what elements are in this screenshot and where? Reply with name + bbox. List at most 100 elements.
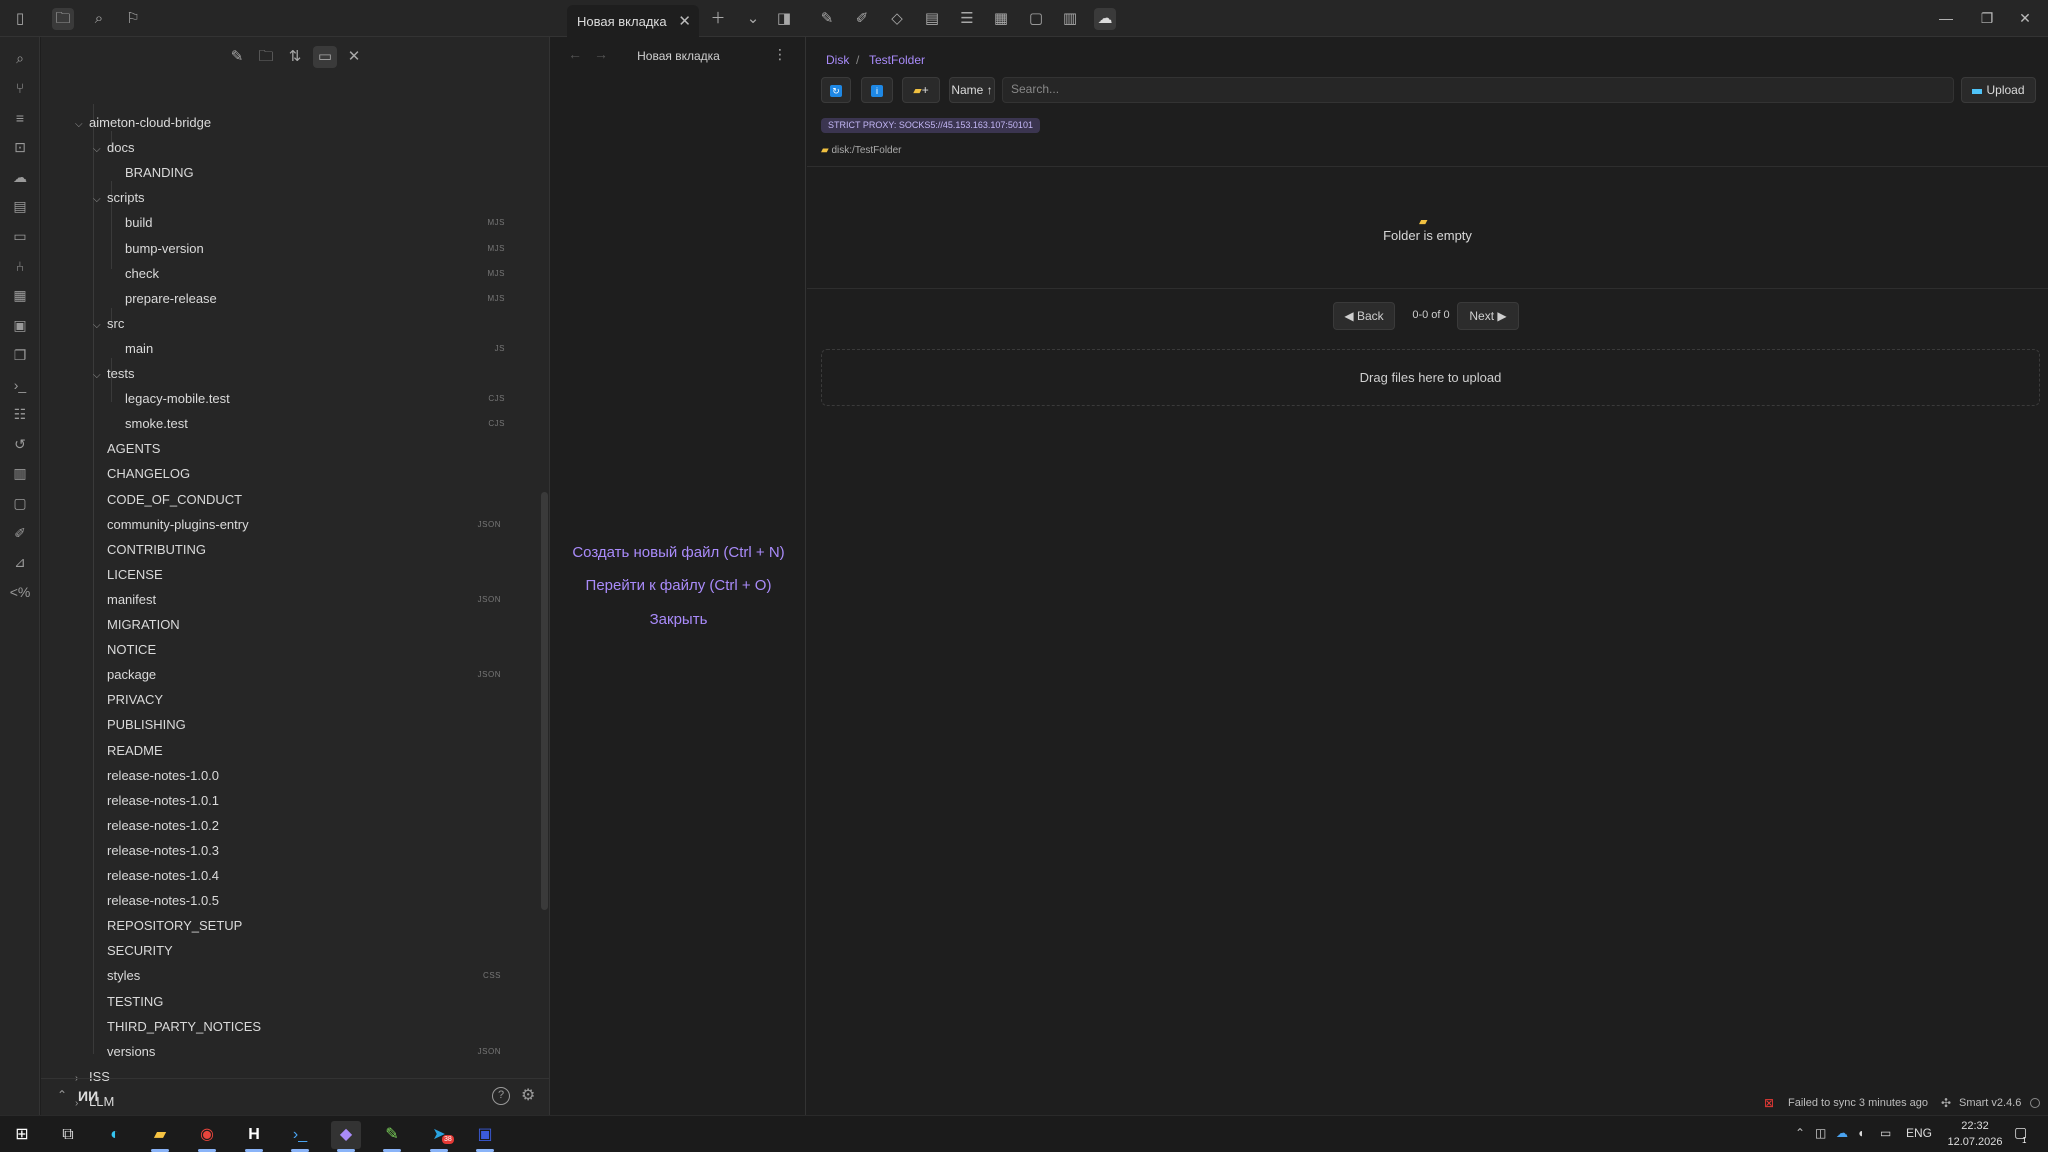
onedrive-icon[interactable]: ☁ <box>1836 1126 1848 1140</box>
calendar-icon[interactable]: ▣ <box>9 314 31 336</box>
sort-button[interactable]: Name ↑ <box>949 77 995 103</box>
file-explorer-icon[interactable]: ▰ <box>145 1121 175 1152</box>
sync-error-icon[interactable]: ⊠ <box>1764 1096 1774 1110</box>
close-link[interactable]: Закрыть <box>551 611 806 628</box>
chart-icon[interactable]: ⊿ <box>9 551 31 573</box>
tree-item[interactable]: build MJS <box>125 212 505 234</box>
folder-icon[interactable]: 🗀 <box>52 8 74 30</box>
edge-icon[interactable]: ◐ <box>100 1121 130 1149</box>
tree-item[interactable]: styles CSS <box>107 965 501 987</box>
tree-item[interactable]: SECURITY <box>107 940 501 962</box>
sidebar-toggle-icon[interactable]: ▯ <box>9 8 31 30</box>
pen-plus-icon[interactable]: ✐ <box>851 8 873 30</box>
history-icon[interactable]: ↺ <box>9 433 31 455</box>
tree-item[interactable]: versions JSON <box>107 1041 501 1063</box>
telegram-icon[interactable]: ➤ 38 <box>424 1121 454 1152</box>
tree-item[interactable]: release-notes-1.0.3 <box>107 840 501 862</box>
search-icon[interactable]: ⌕ <box>88 8 110 30</box>
notepad-icon[interactable]: ✎ <box>377 1121 407 1152</box>
tree-item[interactable]: community-plugins-entry JSON <box>107 514 501 536</box>
window-close-icon[interactable]: ✕ <box>2002 0 2048 37</box>
clock-time[interactable]: 22:32 <box>1945 1120 2005 1132</box>
create-new-file-link[interactable]: Создать новый файл (Ctrl + N) <box>551 544 806 561</box>
breadcrumb-current[interactable]: TestFolder <box>869 53 925 67</box>
cloud-icon[interactable]: ☁ <box>9 166 31 188</box>
tab-new[interactable]: Новая вкладка ✕ <box>567 5 699 37</box>
tree-item[interactable]: manifest JSON <box>107 589 501 611</box>
tree-item[interactable]: bump-version MJS <box>125 238 505 260</box>
tree-item[interactable]: package JSON <box>107 664 501 686</box>
table-icon[interactable]: ▥ <box>1059 8 1081 30</box>
vault-switcher[interactable]: ⌃ ИИ ? ⚙ <box>41 1078 550 1115</box>
windows-start-icon[interactable]: ⊞ <box>7 1121 37 1149</box>
breadcrumb-root[interactable]: Disk <box>826 53 849 67</box>
scrollbar[interactable] <box>541 492 548 910</box>
chrome-icon[interactable]: ◉ <box>192 1121 222 1152</box>
chevron-down-icon[interactable]: ⌵ <box>93 189 107 211</box>
go-to-file-link[interactable]: Перейти к файлу (Ctrl + O) <box>551 577 806 594</box>
branch-icon[interactable]: ⑃ <box>9 255 31 277</box>
plugin-status[interactable]: Smart v2.4.6 <box>1959 1097 2021 1109</box>
graph-icon[interactable]: ⊡ <box>9 136 31 158</box>
git-icon[interactable]: ⑂ <box>9 77 31 99</box>
tree-item[interactable]: ⌵ src <box>93 313 501 335</box>
network-tray-icon[interactable]: ◫ <box>1815 1126 1826 1140</box>
list-icon[interactable]: ☰ <box>956 8 978 30</box>
powershell-icon[interactable]: ›_ <box>285 1121 315 1152</box>
pen-icon[interactable]: ✎ <box>816 8 838 30</box>
chat-icon[interactable]: ▢ <box>9 492 31 514</box>
tree-item[interactable]: CODE_OF_CONDUCT <box>107 489 501 511</box>
layout-icon[interactable]: ▤ <box>9 195 31 217</box>
tree-item[interactable]: CONTRIBUTING <box>107 539 501 561</box>
search-icon[interactable]: ⌕ <box>9 47 31 69</box>
sort-icon[interactable]: ⇅ <box>283 46 307 68</box>
clock-date[interactable]: 12.07.2026 <box>1935 1136 2015 1148</box>
more-options-icon[interactable]: ⋮ <box>773 46 787 63</box>
floppy-icon[interactable]: ▣ <box>470 1121 500 1152</box>
tree-item[interactable]: AGENTS <box>107 438 501 460</box>
info-button[interactable]: i <box>861 77 893 103</box>
tree-item[interactable]: PRIVACY <box>107 689 501 711</box>
sync-status[interactable]: Failed to sync 3 minutes ago <box>1788 1097 1928 1109</box>
bookmark-icon[interactable]: ⚐ <box>122 8 144 30</box>
tree-item[interactable]: ⌵ tests <box>93 363 501 385</box>
list-icon[interactable]: ≡ <box>9 107 31 129</box>
tree-item[interactable]: smoke.test CJS <box>125 413 505 435</box>
new-tab-icon[interactable]: ＋ <box>707 8 729 30</box>
terminal-icon[interactable]: ›_ <box>9 374 31 396</box>
minimize-icon[interactable]: — <box>1923 0 1969 37</box>
chevron-down-icon[interactable]: ⌵ <box>75 114 89 136</box>
tree-item[interactable]: REPOSITORY_SETUP <box>107 915 501 937</box>
new-folder-button[interactable]: ▰+ <box>902 77 940 103</box>
refresh-button[interactable]: ↻ <box>821 77 851 103</box>
obsidian-icon[interactable]: ◆ <box>331 1121 361 1152</box>
chevron-down-icon[interactable]: ⌵ <box>93 315 107 337</box>
feather-icon[interactable]: ✐ <box>9 522 31 544</box>
tree-item[interactable]: release-notes-1.0.1 <box>107 790 501 812</box>
split-view-icon[interactable]: ◨ <box>773 8 795 30</box>
tree-item[interactable]: CHANGELOG <box>107 463 501 485</box>
tree-item[interactable]: MIGRATION <box>107 614 501 636</box>
tree-item[interactable]: ⌵ scripts <box>93 187 501 209</box>
tree-item[interactable]: LICENSE <box>107 564 501 586</box>
volume-icon[interactable]: ◖ <box>1857 1126 1864 1140</box>
chevron-updown-icon[interactable]: ⌃ <box>57 1088 67 1102</box>
new-folder-icon[interactable]: 🗀 <box>254 46 278 68</box>
upload-dropzone[interactable]: Drag files here to upload <box>821 349 2040 406</box>
tree-item[interactable]: release-notes-1.0.2 <box>107 815 501 837</box>
collapse-all-icon[interactable]: ✕ <box>342 46 366 68</box>
tree-item[interactable]: TESTING <box>107 991 501 1013</box>
tree-item[interactable]: legacy-mobile.test CJS <box>125 388 505 410</box>
upload-button[interactable]: Upload <box>1961 77 2036 103</box>
auto-reveal-icon[interactable]: ▭ <box>313 46 337 68</box>
back-button[interactable]: ◀ Back <box>1333 302 1395 330</box>
tree-item[interactable]: NOTICE <box>107 639 501 661</box>
help-icon[interactable]: ? <box>492 1087 510 1105</box>
tree-item[interactable]: release-notes-1.0.4 <box>107 865 501 887</box>
hyper-icon[interactable]: H <box>239 1121 269 1152</box>
language-indicator[interactable]: ENG <box>1906 1126 1932 1140</box>
copy-icon[interactable]: ❐ <box>9 344 31 366</box>
chevron-down-icon[interactable]: ⌵ <box>93 139 107 161</box>
next-button[interactable]: Next ▶ <box>1457 302 1519 330</box>
table-icon[interactable]: ▥ <box>9 462 31 484</box>
